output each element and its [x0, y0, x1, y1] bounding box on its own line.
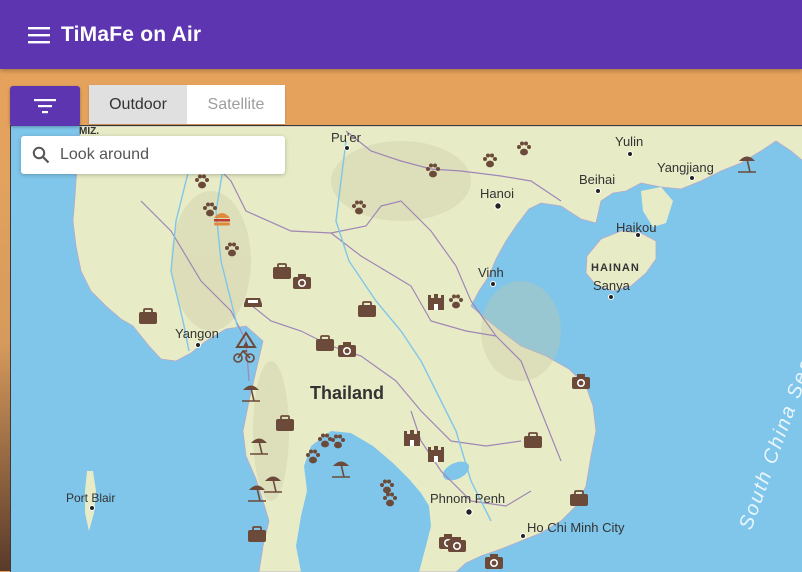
- label-city-port-blair: Port Blair: [66, 491, 115, 505]
- search-box: [21, 136, 285, 174]
- filter-button[interactable]: [10, 86, 80, 126]
- castle-icon[interactable]: [428, 294, 444, 310]
- label-city-ho-chi-minh: Ho Chi Minh City: [527, 520, 625, 535]
- search-icon: [32, 146, 50, 164]
- label-island-hainan: HAINAN: [591, 262, 640, 274]
- label-country-thailand: Thailand: [310, 383, 384, 403]
- briefcase-icon[interactable]: [247, 526, 267, 543]
- app-title: TiMaFe on Air: [61, 22, 202, 46]
- label-city-yangjiang: Yangjiang: [657, 160, 714, 175]
- label-city-haikou: Haikou: [616, 220, 656, 235]
- label-city-yangon: Yangon: [175, 326, 219, 341]
- map-type-toggle: Outdoor Satellite: [89, 85, 285, 124]
- car-icon[interactable]: [244, 298, 262, 307]
- label-city-vinh: Vinh: [478, 265, 504, 280]
- label-city-phnom-penh: Phnom Penh: [430, 491, 505, 506]
- camera-icon[interactable]: [485, 554, 503, 569]
- map-svg: MIZ. Pu'er Yulin Yangjiang Beihai Hanoi …: [66, 126, 802, 572]
- map-type-outdoor-button[interactable]: Outdoor: [89, 85, 187, 124]
- label-city-hanoi: Hanoi: [480, 186, 514, 201]
- label-city-puer: Pu'er: [331, 130, 362, 145]
- filter-icon: [34, 99, 56, 114]
- label-city-sanya: Sanya: [593, 278, 631, 293]
- bicycle-icon[interactable]: [233, 349, 255, 363]
- label-city-beihai: Beihai: [579, 172, 615, 187]
- castle-icon[interactable]: [404, 430, 420, 446]
- label-city-yulin: Yulin: [615, 134, 643, 149]
- castle-icon[interactable]: [428, 446, 444, 462]
- map-canvas[interactable]: MIZ. Pu'er Yulin Yangjiang Beihai Hanoi …: [10, 125, 802, 572]
- search-input[interactable]: [58, 145, 272, 165]
- app-bar: TiMaFe on Air: [0, 0, 802, 69]
- menu-button[interactable]: [27, 23, 51, 47]
- map-type-satellite-button[interactable]: Satellite: [187, 85, 285, 124]
- menu-icon: [28, 26, 50, 43]
- label-sea-south-china: South China Sea: [735, 355, 802, 533]
